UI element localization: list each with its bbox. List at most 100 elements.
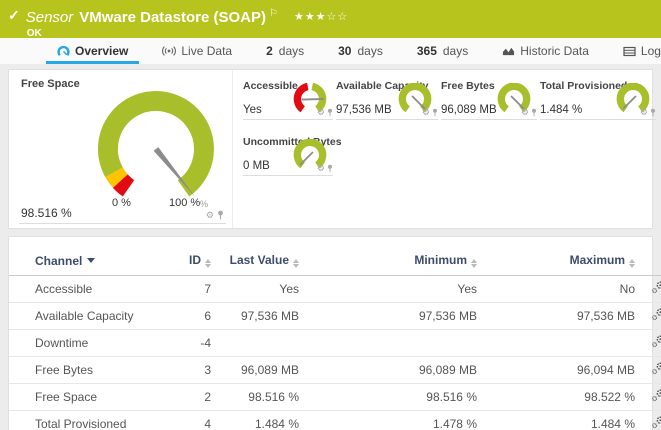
mini-gauge-uncommitted-bytes: Uncommitted Bytes 0 MB ⚙ bbox=[243, 134, 333, 176]
channel-name: Free Space bbox=[9, 384, 169, 411]
tab-label: Historic Data bbox=[520, 44, 589, 58]
channel-table: Channel ID Last Value Minimum Maximum Ac… bbox=[9, 247, 661, 430]
column-header-maximum[interactable]: Maximum bbox=[477, 247, 635, 276]
channel-maximum: 97,536 MB bbox=[477, 303, 635, 330]
channel-minimum: 1.478 % bbox=[299, 411, 477, 430]
flag-icon[interactable]: ⚐ bbox=[269, 8, 278, 19]
gear-icon[interactable]: ⚙ bbox=[640, 108, 648, 117]
column-header-id[interactable]: ID bbox=[169, 247, 211, 276]
channel-name: Downtime bbox=[9, 330, 169, 357]
sort-icon bbox=[205, 259, 211, 268]
channel-name: Accessible bbox=[9, 276, 169, 303]
main-gauge-title: Free Space bbox=[21, 78, 80, 90]
table-row: Downtime -4 bbox=[9, 330, 661, 357]
channel-name: Free Bytes bbox=[9, 357, 169, 384]
tab-historic-data[interactable]: Historic Data bbox=[485, 38, 606, 64]
channel-last-value: 1.484 % bbox=[211, 411, 299, 430]
mini-gauge-title: Free Bytes bbox=[441, 80, 495, 92]
pin-icon[interactable] bbox=[217, 210, 224, 220]
channel-maximum: No bbox=[477, 276, 635, 303]
mini-gauge-total-provisioned: Total Provisioned 1.484 % ⚙ bbox=[540, 78, 656, 120]
log-table-icon bbox=[623, 46, 636, 57]
tab-label: days bbox=[279, 44, 304, 58]
channel-name: Total Provisioned bbox=[9, 411, 169, 430]
column-header-last-value[interactable]: Last Value bbox=[211, 247, 299, 276]
table-row: Free Bytes 3 96,089 MB 96,089 MB 96,094 … bbox=[9, 357, 661, 384]
gear-icon[interactable]: ⚙ bbox=[317, 108, 325, 117]
main-gauge-dial: % bbox=[81, 79, 231, 214]
channel-settings-icon[interactable] bbox=[651, 362, 661, 378]
channel-last-value: 97,536 MB bbox=[211, 303, 299, 330]
channel-settings-icon[interactable] bbox=[651, 281, 661, 297]
overview-content: Free Space % 0 % 100 % 98.516 % ⚙ bbox=[0, 64, 661, 430]
channel-settings-icon[interactable] bbox=[651, 308, 661, 324]
pin-icon[interactable] bbox=[432, 108, 438, 117]
sensor-kind-label: Sensor bbox=[26, 9, 74, 26]
tab-label: days bbox=[357, 44, 382, 58]
gear-icon[interactable]: ⚙ bbox=[422, 108, 430, 117]
mini-gauge-value: 97,536 MB bbox=[336, 104, 392, 116]
stars-filled: ★★★ bbox=[294, 11, 327, 23]
tab-log[interactable]: Log bbox=[606, 38, 661, 64]
channel-last-value bbox=[211, 330, 299, 357]
gear-icon[interactable]: ⚙ bbox=[206, 211, 214, 220]
table-row: Total Provisioned 4 1.484 % 1.478 % 1.48… bbox=[9, 411, 661, 430]
page-title: VMware Datastore (SOAP) bbox=[79, 9, 266, 26]
priority-stars[interactable]: ★★★☆☆ bbox=[294, 11, 348, 23]
tab-label: days bbox=[443, 44, 468, 58]
status-check-icon: ✓ bbox=[8, 7, 20, 24]
channel-maximum: 96,094 MB bbox=[477, 357, 635, 384]
channel-settings-icon[interactable] bbox=[651, 389, 661, 405]
channel-table-panel: Channel ID Last Value Minimum Maximum Ac… bbox=[8, 236, 653, 430]
signal-icon bbox=[162, 45, 176, 57]
channel-minimum: 97,536 MB bbox=[299, 303, 477, 330]
sensor-header: ✓ SensorVMware Datastore (SOAP)⚐★★★☆☆ OK bbox=[0, 0, 661, 38]
table-header-row: Channel ID Last Value Minimum Maximum bbox=[9, 247, 661, 276]
main-gauge-min-label: 0 % bbox=[112, 197, 131, 209]
gear-icon[interactable]: ⚙ bbox=[521, 108, 529, 117]
table-row: Accessible 7 Yes Yes No bbox=[9, 276, 661, 303]
tab-365-days[interactable]: 365 days bbox=[400, 38, 485, 64]
channel-last-value: 96,089 MB bbox=[211, 357, 299, 384]
tab-label: Log bbox=[641, 44, 661, 58]
channel-settings-icon[interactable] bbox=[651, 416, 661, 430]
channel-minimum: Yes bbox=[299, 276, 477, 303]
column-header-channel[interactable]: Channel bbox=[9, 247, 169, 276]
gear-icon[interactable]: ⚙ bbox=[317, 164, 325, 173]
column-header-settings bbox=[635, 247, 661, 276]
mini-gauge-value: 96,089 MB bbox=[441, 104, 497, 116]
channel-name: Available Capacity bbox=[9, 303, 169, 330]
channel-settings-icon[interactable] bbox=[651, 335, 661, 351]
table-row: Available Capacity 6 97,536 MB 97,536 MB… bbox=[9, 303, 661, 330]
mini-gauge-free-bytes: Free Bytes 96,089 MB ⚙ bbox=[441, 78, 537, 120]
channel-maximum: 98.522 % bbox=[477, 384, 635, 411]
gauges-panel: Free Space % 0 % 100 % 98.516 % ⚙ bbox=[8, 69, 653, 229]
channel-id: 7 bbox=[169, 276, 211, 303]
table-row: Free Space 2 98.516 % 98.516 % 98.522 % bbox=[9, 384, 661, 411]
pin-icon[interactable] bbox=[531, 108, 537, 117]
column-header-minimum[interactable]: Minimum bbox=[299, 247, 477, 276]
channel-id: 3 bbox=[169, 357, 211, 384]
area-chart-icon bbox=[502, 45, 515, 57]
sensor-title-line: Sensor VMware Datastore (SOAP)⚐ ★★★☆☆ bbox=[26, 5, 349, 27]
tab-label: Overview bbox=[75, 44, 128, 58]
channel-maximum bbox=[477, 330, 635, 357]
channel-id: -4 bbox=[169, 330, 211, 357]
gauge-icon bbox=[57, 45, 70, 58]
channel-maximum: 1.484 % bbox=[477, 411, 635, 430]
channel-last-value: 98.516 % bbox=[211, 384, 299, 411]
mini-gauge-value: Yes bbox=[243, 104, 262, 116]
tab-overview[interactable]: Overview bbox=[40, 38, 145, 64]
mini-gauges-grid: Accessible Yes ⚙ Available Capacity bbox=[233, 70, 656, 228]
pin-icon[interactable] bbox=[650, 108, 656, 117]
channel-id: 6 bbox=[169, 303, 211, 330]
pin-icon[interactable] bbox=[327, 164, 333, 173]
stars-empty: ☆☆ bbox=[327, 11, 349, 23]
tab-2-days[interactable]: 2 days bbox=[249, 38, 321, 64]
tab-live-data[interactable]: Live Data bbox=[145, 38, 249, 64]
channel-id: 2 bbox=[169, 384, 211, 411]
channel-minimum: 96,089 MB bbox=[299, 357, 477, 384]
pin-icon[interactable] bbox=[327, 108, 333, 117]
tab-30-days[interactable]: 30 days bbox=[321, 38, 400, 64]
tab-bar: Overview Live Data 2 days 30 days 365 da… bbox=[0, 38, 661, 64]
